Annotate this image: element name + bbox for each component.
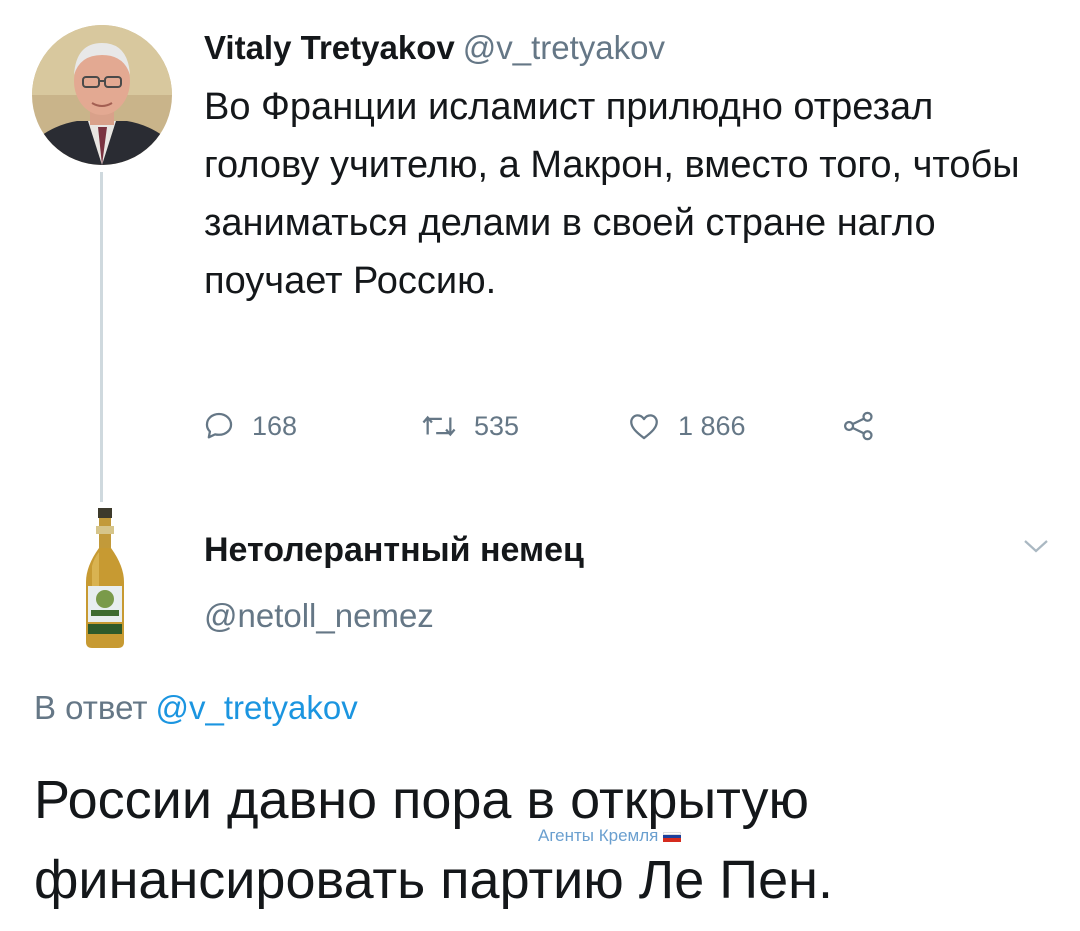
- author-handle[interactable]: @v_tretyakov: [463, 29, 665, 66]
- tweet-thread-screenshot: Vitaly Tretyakov @v_tretyakov Во Франции …: [0, 0, 1080, 931]
- author-avatar[interactable]: [32, 25, 172, 165]
- retweet-count: 535: [474, 410, 520, 441]
- watermark-text: Агенты Кремля: [538, 826, 659, 845]
- tweet-menu-button[interactable]: [1020, 535, 1052, 557]
- like-button[interactable]: 1 866: [626, 404, 746, 448]
- heart-icon: [630, 414, 658, 440]
- in-reply-to-handle-link[interactable]: @v_tretyakov: [155, 689, 357, 726]
- reply-author-avatar[interactable]: [36, 506, 174, 650]
- thread-connector-line: [100, 172, 103, 502]
- in-reply-to-prefix: В ответ: [34, 689, 148, 726]
- watermark: Агенты Кремля: [538, 826, 682, 846]
- user-photo-avatar-icon: [32, 25, 172, 165]
- reply-count: 168: [252, 410, 298, 441]
- tweet-header: Vitaly Tretyakov @v_tretyakov: [204, 28, 665, 68]
- author-name[interactable]: Vitaly Tretyakov: [204, 29, 455, 66]
- speech-bubble-icon: [205, 412, 233, 439]
- share-icon: [843, 411, 873, 441]
- reply-button[interactable]: 168: [202, 404, 297, 448]
- tweet-actions: 168 535 1 866: [202, 404, 922, 448]
- in-reply-to: В ответ @v_tretyakov: [34, 688, 358, 728]
- chevron-down-icon: [1024, 540, 1048, 553]
- reply-author-handle[interactable]: @netoll_nemez: [204, 596, 434, 636]
- tweet-text: Во Франции исламист прилюдно отрезал гол…: [204, 86, 1020, 302]
- beer-bottle-avatar-icon: [36, 506, 174, 650]
- retweet-button[interactable]: 535: [420, 404, 519, 448]
- russian-flag-icon: [663, 831, 682, 842]
- like-count: 1 866: [678, 410, 746, 441]
- retweet-icon: [422, 415, 456, 437]
- share-button[interactable]: [842, 404, 876, 448]
- reply-author-name[interactable]: Нетолерантный немец: [204, 530, 584, 570]
